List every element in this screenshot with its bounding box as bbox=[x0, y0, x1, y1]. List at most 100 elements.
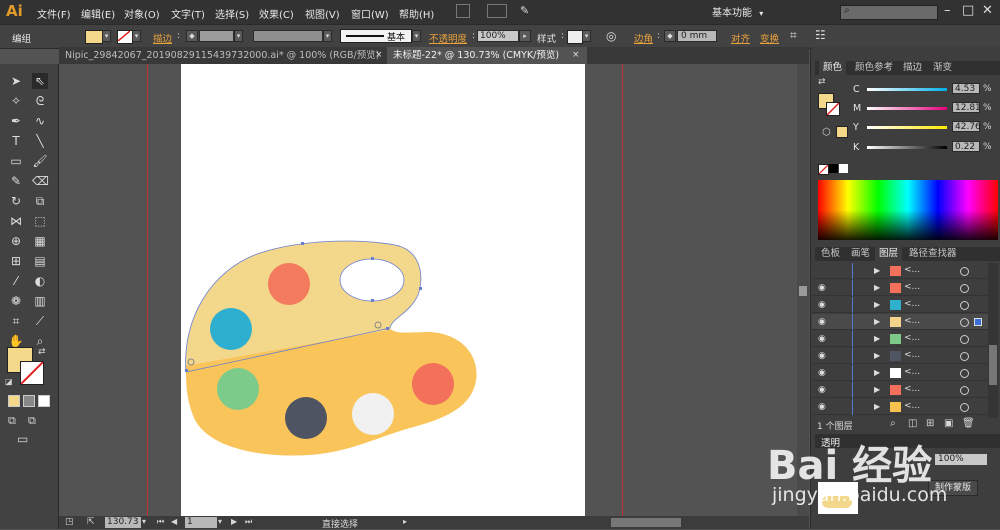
tab-color-guide[interactable]: 颜色参考 bbox=[851, 61, 897, 75]
target-icon[interactable] bbox=[960, 403, 969, 412]
horizontal-scroll-thumb[interactable] bbox=[611, 518, 681, 527]
scroll-thumb[interactable] bbox=[799, 286, 807, 296]
visibility-eye-icon[interactable]: ◉ bbox=[818, 368, 826, 378]
locate-object-icon[interactable]: ⌕ bbox=[890, 418, 896, 429]
status-menu-icon[interactable]: ▸ bbox=[403, 517, 407, 526]
channel-k-slider[interactable] bbox=[867, 146, 947, 149]
target-icon[interactable] bbox=[960, 386, 969, 395]
make-clipping-mask-icon[interactable]: ◫ bbox=[908, 418, 917, 429]
layer-count-label: 1 个图层 bbox=[817, 422, 853, 432]
layer-row[interactable]: ◉ ▶ <... bbox=[812, 280, 988, 296]
none-swatch[interactable] bbox=[818, 164, 829, 175]
color-stroke-swatch[interactable] bbox=[826, 102, 840, 116]
visibility-eye-icon[interactable]: ◉ bbox=[818, 283, 826, 293]
layer-name[interactable]: <... bbox=[904, 299, 920, 309]
next-page-icon[interactable]: ▶ bbox=[231, 517, 237, 526]
delete-layer-icon[interactable]: 🗑 bbox=[962, 418, 975, 429]
page-field[interactable]: 1 bbox=[185, 517, 217, 528]
prev-page-icon[interactable]: ◀ bbox=[171, 517, 177, 526]
first-page-icon[interactable]: ⏮ bbox=[157, 517, 164, 527]
layers-scroll-thumb[interactable] bbox=[989, 345, 997, 385]
layer-row[interactable]: ◉ ▶ <... bbox=[812, 348, 988, 364]
channel-m-value[interactable]: 12.81 bbox=[952, 102, 981, 113]
target-icon[interactable] bbox=[960, 352, 969, 361]
expand-arrow-icon[interactable]: ▶ bbox=[874, 368, 880, 377]
channel-m-slider[interactable] bbox=[867, 107, 947, 110]
tab-gradient[interactable]: 渐变 bbox=[929, 61, 956, 75]
swap-icon[interactable]: ⇄ bbox=[818, 77, 826, 87]
channel-y-slider[interactable] bbox=[867, 126, 947, 129]
target-icon[interactable] bbox=[960, 318, 969, 327]
tab-layers[interactable]: 图层 bbox=[875, 247, 903, 261]
expand-arrow-icon[interactable]: ▶ bbox=[874, 402, 880, 411]
layer-name[interactable]: <... bbox=[904, 350, 920, 360]
visibility-eye-icon[interactable]: ◉ bbox=[818, 317, 826, 327]
visibility-eye-icon[interactable]: ◉ bbox=[818, 351, 826, 361]
layer-row[interactable]: ◉ ▶ <... bbox=[812, 297, 988, 313]
export-icon[interactable]: ⇱ bbox=[87, 517, 95, 527]
target-icon[interactable] bbox=[960, 335, 969, 344]
tab-color[interactable]: 颜色 bbox=[819, 61, 847, 75]
target-icon[interactable] bbox=[960, 267, 969, 276]
layer-row[interactable]: ◉ ▶ <... bbox=[812, 331, 988, 347]
paint-dot-white[interactable] bbox=[352, 393, 394, 435]
channel-c-value[interactable]: 4.53 bbox=[952, 83, 980, 94]
layer-name[interactable]: <... bbox=[904, 384, 920, 394]
transparency-opacity-field[interactable]: 100% bbox=[935, 454, 987, 465]
gamut-swatch[interactable] bbox=[836, 126, 848, 138]
expand-arrow-icon[interactable]: ▶ bbox=[874, 351, 880, 360]
expand-arrow-icon[interactable]: ▶ bbox=[874, 334, 880, 343]
visibility-eye-icon[interactable]: ◉ bbox=[818, 402, 826, 412]
visibility-eye-icon[interactable]: ◉ bbox=[818, 334, 826, 344]
layer-name[interactable]: <... bbox=[904, 401, 920, 411]
new-layer-icon[interactable]: ▣ bbox=[944, 418, 953, 429]
layer-thumbnail bbox=[890, 368, 901, 378]
paint-dot-red[interactable] bbox=[268, 263, 310, 305]
channel-k-value[interactable]: 0.22 bbox=[952, 141, 980, 152]
paint-dot-green[interactable] bbox=[217, 368, 259, 410]
new-sublayer-icon[interactable]: ⊞ bbox=[926, 418, 934, 429]
layer-row[interactable]: ◉ ▶ <... bbox=[812, 382, 988, 398]
channel-y-value[interactable]: 42.76 bbox=[952, 121, 981, 132]
zoom-field[interactable]: 130.73 bbox=[105, 517, 141, 528]
thumb-hole[interactable] bbox=[339, 258, 405, 302]
layers-scrollbar[interactable] bbox=[988, 263, 998, 418]
target-icon[interactable] bbox=[960, 369, 969, 378]
layer-row[interactable]: ◉ ▶ <... bbox=[812, 365, 988, 381]
paint-dot-dark[interactable] bbox=[285, 397, 327, 439]
expand-arrow-icon[interactable]: ▶ bbox=[874, 300, 880, 309]
layer-name[interactable]: <... bbox=[904, 333, 920, 343]
page-dropdown[interactable]: ▾ bbox=[218, 517, 222, 526]
visibility-eye-icon[interactable]: ◉ bbox=[818, 385, 826, 395]
target-icon[interactable] bbox=[960, 284, 969, 293]
status-bar: ◳ ⇱ 130.73 ▾ ⏮ ◀ 1 ▾ ▶ ⏭ 直接选择 ▸ bbox=[59, 516, 809, 530]
layer-name[interactable]: <... bbox=[904, 367, 920, 377]
layer-name[interactable]: <... bbox=[904, 282, 920, 292]
artboard-nav-icon[interactable]: ◳ bbox=[65, 517, 74, 527]
layer-row[interactable]: ▶ <... bbox=[812, 263, 988, 279]
paint-dot-red2[interactable] bbox=[412, 363, 454, 405]
visibility-eye-icon[interactable]: ◉ bbox=[818, 300, 826, 310]
layer-name[interactable]: <... bbox=[904, 316, 920, 326]
expand-arrow-icon[interactable]: ▶ bbox=[874, 266, 880, 275]
expand-arrow-icon[interactable]: ▶ bbox=[874, 283, 880, 292]
layer-name[interactable]: <... bbox=[904, 265, 920, 275]
white-swatch[interactable] bbox=[839, 164, 848, 173]
layer-row[interactable]: ◉ ▶ <... bbox=[812, 314, 988, 330]
color-panel-tabs: 颜色 颜色参考 描边 渐变 bbox=[815, 61, 1000, 75]
expand-arrow-icon[interactable]: ▶ bbox=[874, 317, 880, 326]
layer-row[interactable]: ◉ ▶ <... bbox=[812, 399, 988, 415]
expand-arrow-icon[interactable]: ▶ bbox=[874, 385, 880, 394]
tab-swatches[interactable]: 色板 bbox=[817, 247, 844, 261]
zoom-dropdown[interactable]: ▾ bbox=[142, 517, 146, 526]
tab-stroke[interactable]: 描边 bbox=[899, 61, 926, 75]
target-icon[interactable] bbox=[960, 301, 969, 310]
last-page-icon[interactable]: ⏭ bbox=[245, 517, 252, 527]
tab-pathfinder[interactable]: 路径查找器 bbox=[905, 247, 961, 261]
out-of-gamut-icon[interactable]: ⬡ bbox=[822, 127, 831, 138]
black-swatch[interactable] bbox=[829, 164, 838, 173]
channel-c-slider[interactable] bbox=[867, 88, 947, 91]
paint-dot-blue[interactable] bbox=[210, 308, 252, 350]
color-spectrum[interactable] bbox=[818, 180, 998, 240]
tab-brushes[interactable]: 画笔 bbox=[847, 247, 874, 261]
